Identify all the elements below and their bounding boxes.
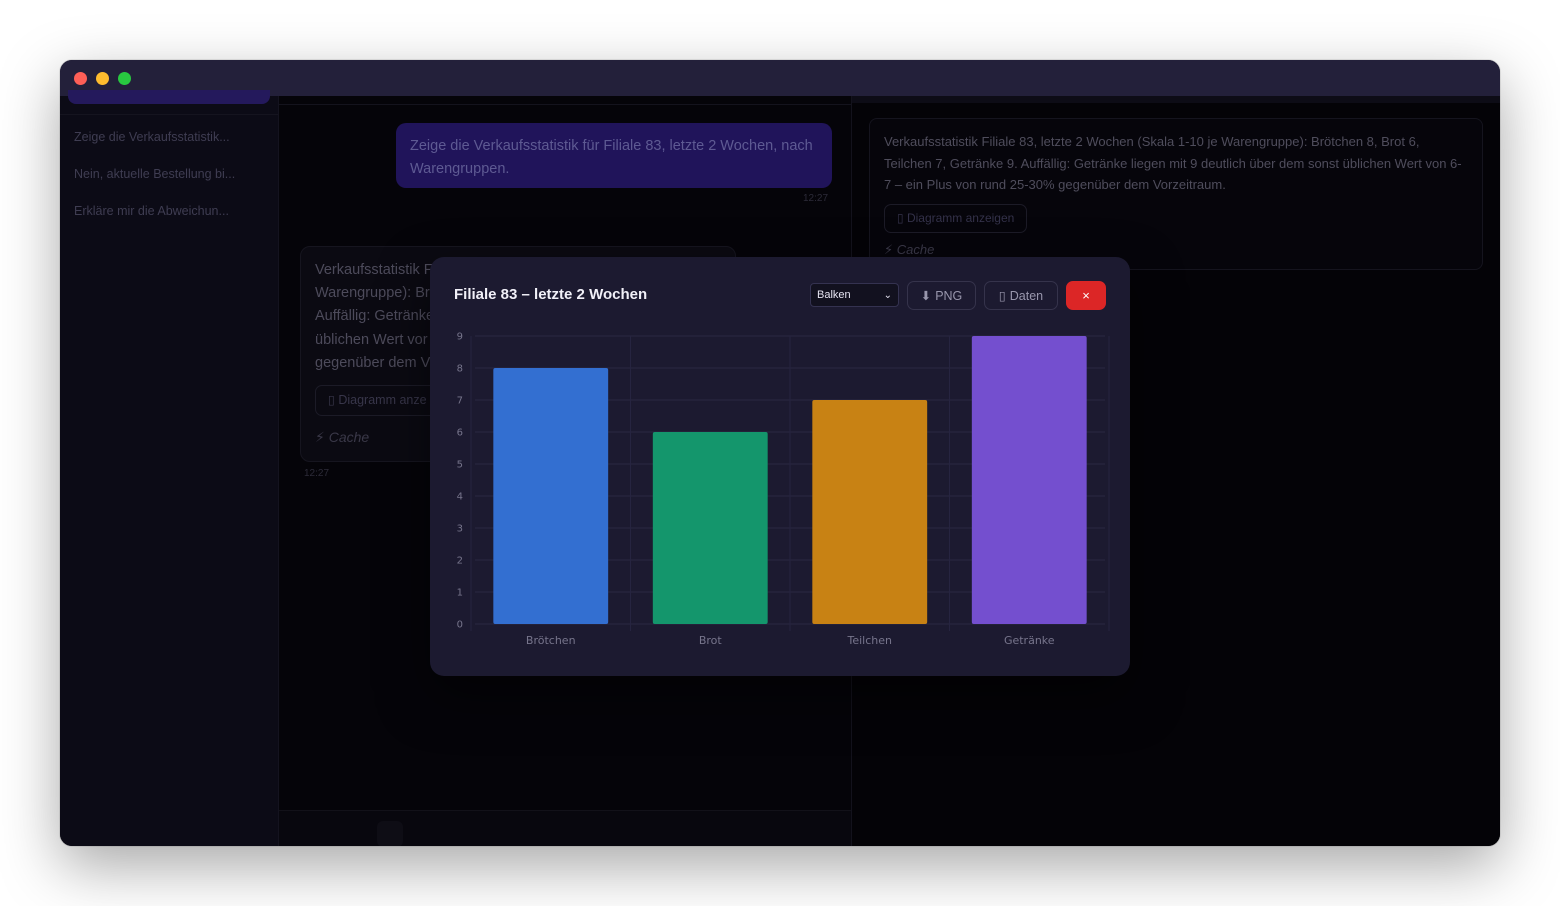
- sidebar: Zeige die Verkaufsstatistik... Nein, akt…: [60, 90, 279, 846]
- maximize-window-button[interactable]: [118, 72, 131, 85]
- conversation-item[interactable]: Nein, aktuelle Bestellung bi...: [74, 167, 270, 181]
- sidebar-divider: [60, 114, 278, 115]
- bar-chart: 0 1 2 3 4 5 6 7 8 9 Brötchen Brot Teilchen Getränke: [457, 332, 1110, 647]
- conversation-item[interactable]: Erkläre mir die Abweichun...: [74, 204, 270, 218]
- bar-getränke: [971, 336, 1087, 624]
- detail-message: Verkaufsstatistik Filiale 83, letzte 2 W…: [869, 118, 1483, 270]
- y-tick-label: 0: [457, 620, 463, 631]
- y-tick-label: 7: [457, 396, 463, 407]
- bar-brötchen: [493, 368, 609, 624]
- x-tick-label: Brötchen: [526, 634, 576, 647]
- y-tick-label: 5: [457, 460, 463, 471]
- chat-divider: [279, 104, 851, 105]
- close-window-button[interactable]: [74, 72, 87, 85]
- show-chart-button[interactable]: ▯ Diagramm anzeigen: [884, 203, 1028, 233]
- title-bar: [60, 60, 1500, 96]
- detail-panel-header: [852, 96, 1500, 103]
- message-time: 12:27: [803, 193, 829, 204]
- send-button[interactable]: [377, 821, 403, 846]
- y-tick-label: 3: [457, 524, 463, 535]
- new-chat-button[interactable]: [68, 90, 270, 104]
- message-composer: [279, 810, 851, 846]
- y-tick-label: 4: [457, 492, 463, 503]
- x-tick-label: Teilchen: [847, 634, 893, 647]
- message-time: 12:27: [304, 468, 330, 479]
- x-tick-label: Getränke: [1004, 634, 1055, 647]
- minimize-window-button[interactable]: [96, 72, 109, 85]
- app-window: Zeige die Verkaufsstatistik... Nein, akt…: [60, 60, 1500, 846]
- chart-modal: Filiale 83 – letzte 2 Wochen Balken ⌄ ⬇ …: [430, 257, 1130, 676]
- y-tick-label: 2: [457, 556, 463, 567]
- y-tick-label: 8: [457, 364, 463, 375]
- y-tick-label: 1: [457, 588, 463, 599]
- y-tick-label: 9: [457, 332, 463, 343]
- bar-teilchen: [812, 400, 928, 624]
- x-tick-label: Brot: [699, 634, 723, 647]
- conversation-item[interactable]: Zeige die Verkaufsstatistik...: [74, 130, 270, 144]
- show-chart-button[interactable]: ▯ Diagramm anze: [315, 385, 440, 417]
- user-message: Zeige die Verkaufsstatistik für Filiale …: [396, 123, 832, 188]
- bar-brot: [652, 432, 768, 624]
- detail-text: Verkaufsstatistik Filiale 83, letzte 2 W…: [884, 134, 1462, 192]
- y-tick-label: 6: [457, 428, 463, 439]
